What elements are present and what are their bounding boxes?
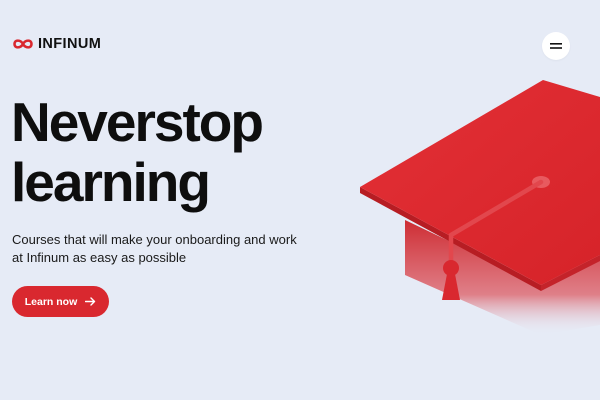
hero-subtitle: Courses that will make your onboarding a… — [12, 232, 297, 265]
hero-title-line-2: learning — [11, 151, 211, 213]
hamburger-menu-icon — [550, 43, 562, 49]
hero-title-line-1: Neverstop — [11, 91, 264, 153]
tassel-knot — [443, 260, 459, 276]
hero-title: Neverstop learning — [11, 91, 264, 213]
arrow-right-icon — [85, 297, 96, 306]
page: INFINUM Neverstop learning Courses that … — [0, 0, 600, 400]
graduation-cap-illustration — [360, 80, 600, 335]
menu-button[interactable] — [542, 32, 570, 60]
infinity-icon — [13, 39, 33, 49]
learn-now-button[interactable]: Learn now — [12, 286, 109, 317]
infinum-logo[interactable]: INFINUM — [12, 37, 101, 52]
learn-now-label: Learn now — [24, 295, 78, 308]
logo-text: INFINUM — [38, 36, 102, 52]
